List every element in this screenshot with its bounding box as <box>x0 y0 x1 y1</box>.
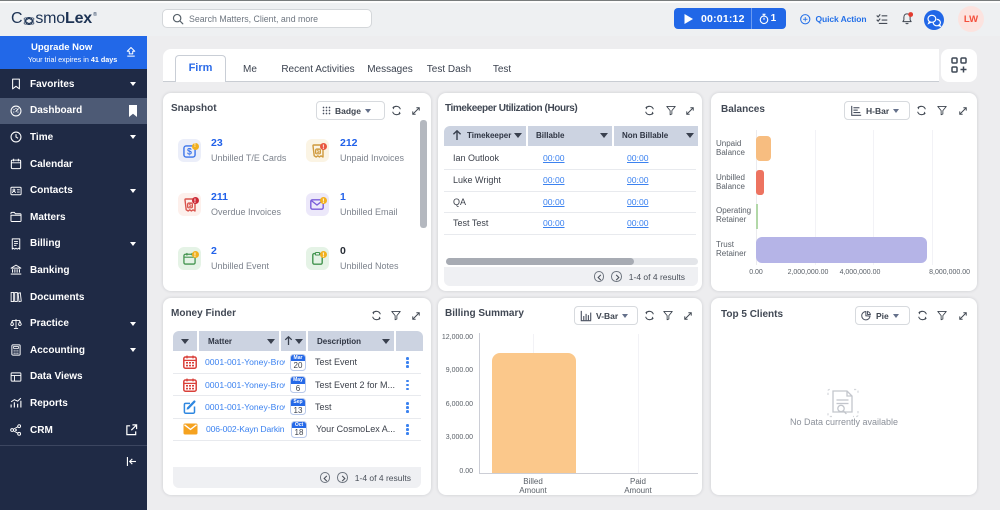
svg-text:$: $ <box>187 147 192 157</box>
svg-text:$: $ <box>188 203 191 209</box>
svg-text:$: $ <box>316 149 319 155</box>
